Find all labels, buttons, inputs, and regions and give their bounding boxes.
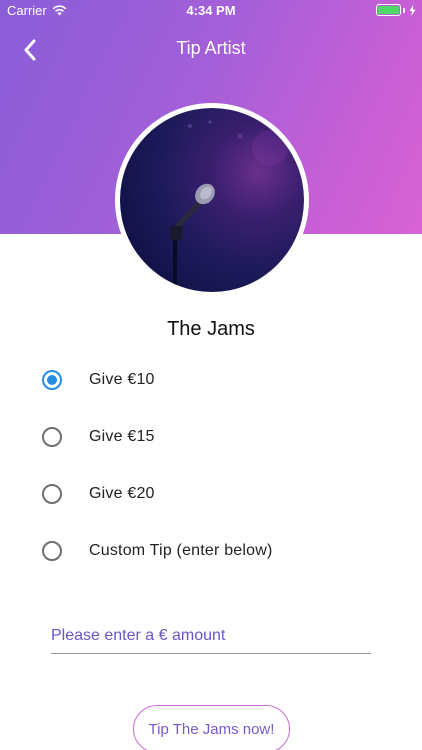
radio-button[interactable] [42,541,62,561]
custom-amount-input[interactable] [51,618,371,654]
battery-icon [376,4,401,16]
microphone-image [170,120,288,292]
tip-option-15[interactable]: Give €15 [42,422,155,452]
artist-name: The Jams [167,318,255,340]
tip-option-10[interactable]: Give €10 [42,365,155,395]
radio-button[interactable] [42,484,62,504]
tip-option-label: Custom Tip (enter below) [89,542,273,559]
tip-option-label: Give €15 [89,428,155,445]
charging-bolt-icon [409,4,416,16]
radio-button[interactable] [42,427,62,447]
radio-button-selected[interactable] [42,370,62,390]
tip-option-label: Give €10 [89,371,155,388]
artist-avatar [115,103,309,297]
battery-indicator [376,4,416,16]
tip-option-20[interactable]: Give €20 [42,479,155,509]
status-time: 4:34 PM [186,3,236,18]
tip-submit-button[interactable]: Tip The Jams now! [133,705,290,750]
tip-option-custom[interactable]: Custom Tip (enter below) [42,536,273,566]
status-bar: Carrier 4:34 PM [0,0,422,22]
page-title: Tip Artist [176,38,246,58]
tip-option-label: Give €20 [89,485,155,502]
